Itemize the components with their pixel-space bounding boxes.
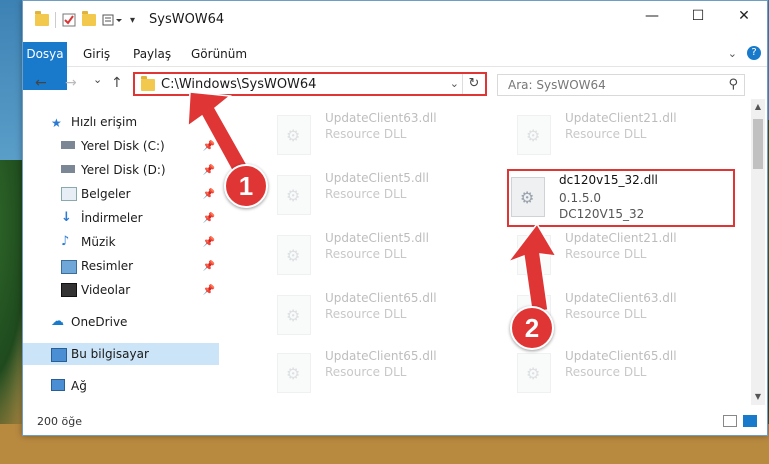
callout-badge-1: 1 — [224, 164, 268, 208]
callout-arrow-1 — [187, 91, 558, 313]
callout-badge-2: 2 — [510, 306, 554, 350]
